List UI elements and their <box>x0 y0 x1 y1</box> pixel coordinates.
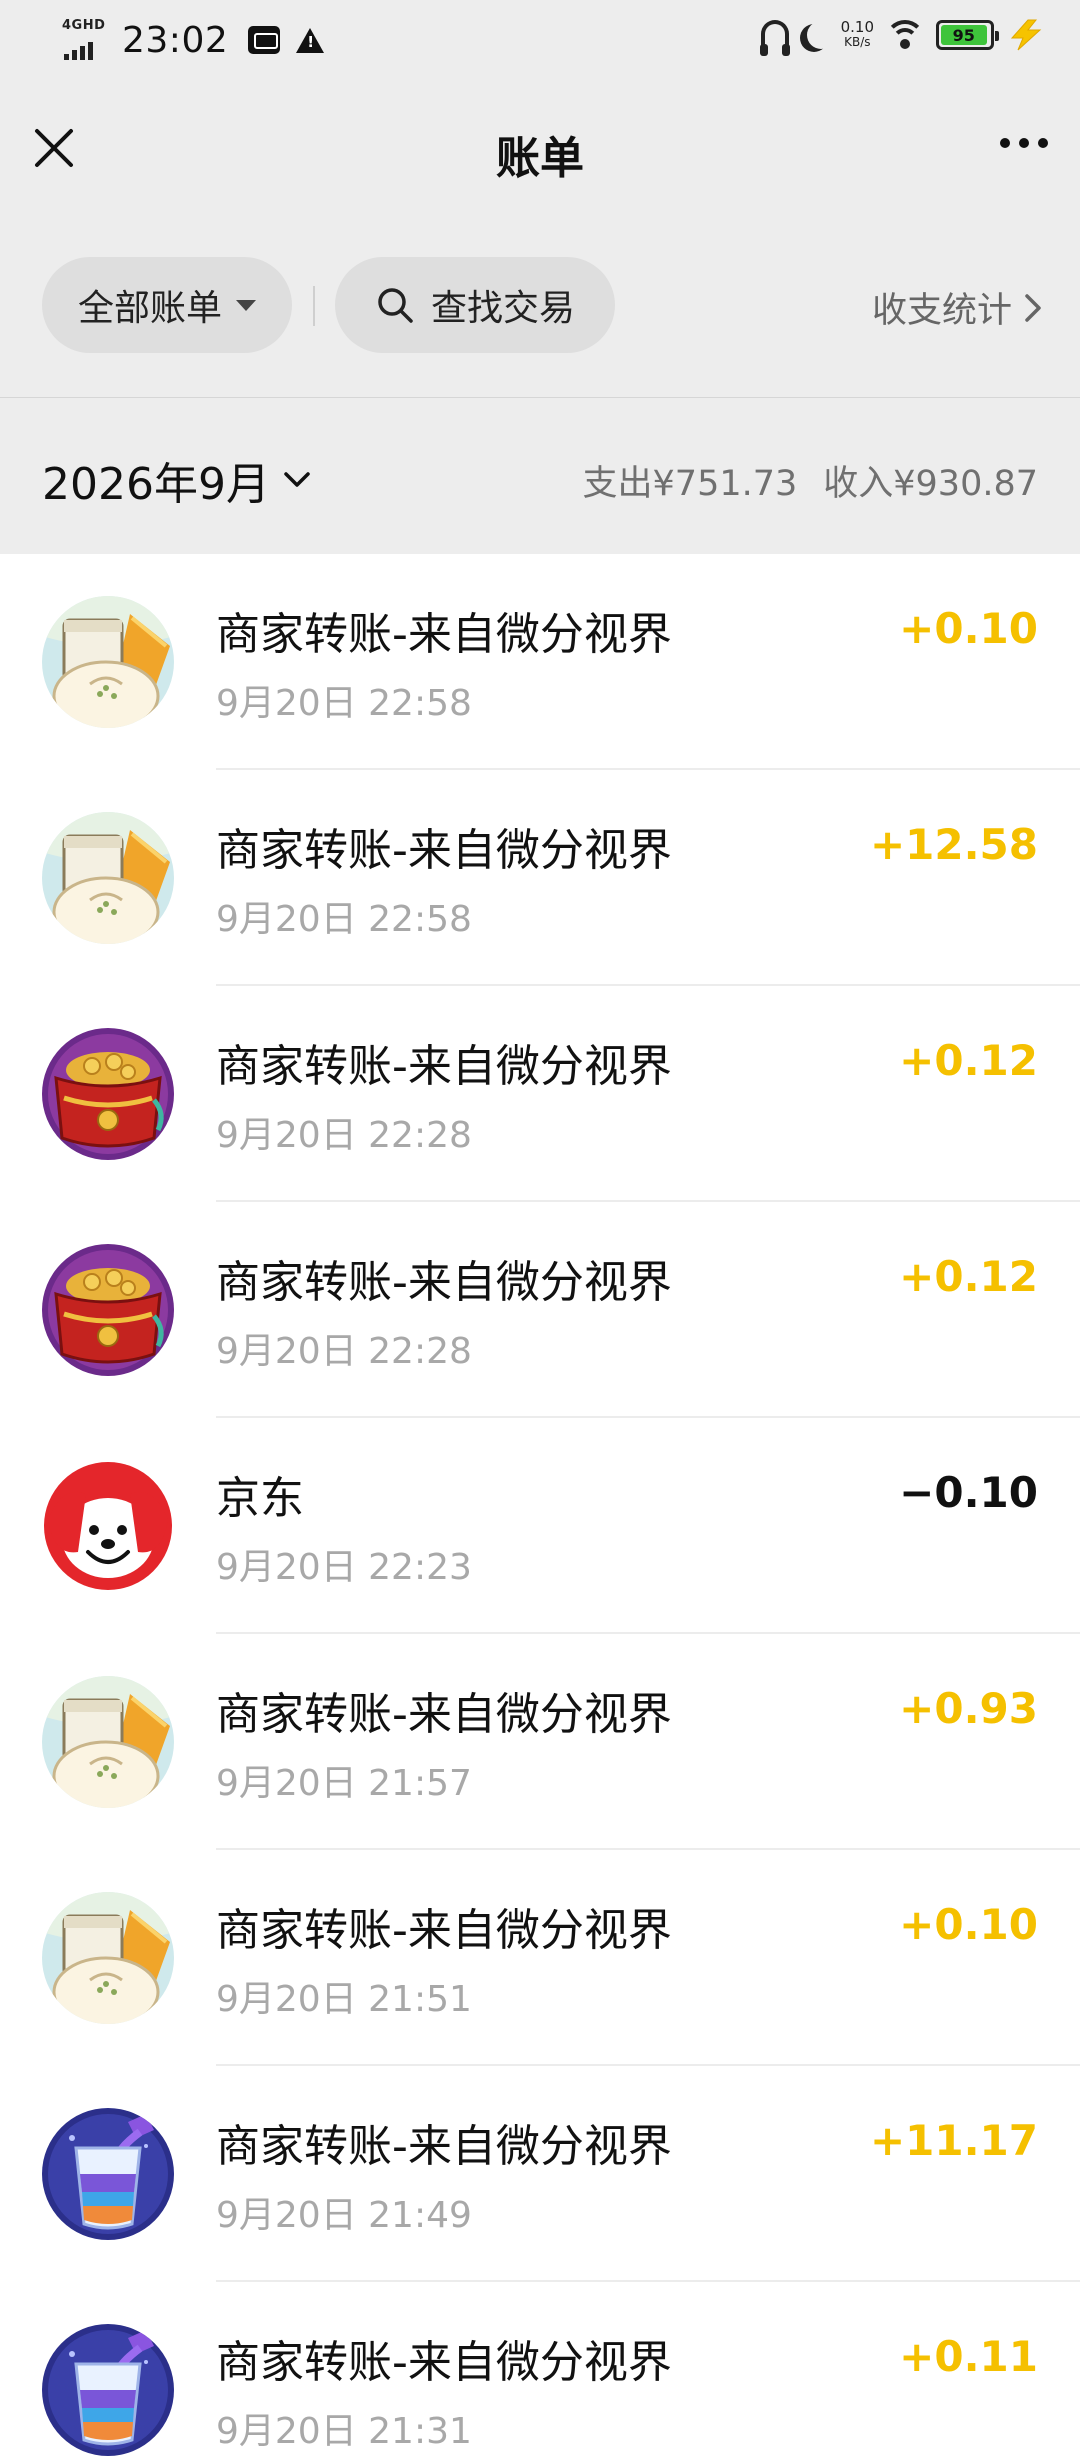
transaction-item[interactable]: 商家转账-来自微分视界 9月20日 22:28 +0.12 <box>0 1202 1080 1418</box>
transaction-amount: −0.10 <box>899 1468 1038 1517</box>
status-left: 4GHD 23:02 <box>62 18 325 62</box>
wifi-icon <box>886 20 924 50</box>
cellular-signal-icon: 4GHD <box>62 18 114 62</box>
bun-avatar <box>42 812 174 944</box>
chevron-down-icon <box>280 463 314 497</box>
income-expense-stats-link[interactable]: 收支统计 <box>872 282 1046 333</box>
nav-bar: 账单 <box>0 82 1080 218</box>
transaction-title: 商家转账-来自微分视界 <box>216 1041 672 1092</box>
transaction-item[interactable]: 商家转账-来自微分视界 9月20日 21:49 +11.17 <box>0 2066 1080 2282</box>
transaction-amount: +0.12 <box>899 1252 1038 1301</box>
transaction-item[interactable]: 京东 9月20日 22:23 −0.10 <box>0 1418 1080 1634</box>
transaction-time: 9月20日 22:28 <box>216 1331 472 1372</box>
transaction-time: 9月20日 21:51 <box>216 1979 472 2020</box>
status-right: 0.10 KB/s 95 <box>749 18 1046 56</box>
transaction-time: 9月20日 21:31 <box>216 2411 472 2452</box>
transaction-amount: +0.12 <box>899 1036 1038 1085</box>
transaction-title: 商家转账-来自微分视界 <box>216 609 672 660</box>
transaction-amount: +0.10 <box>899 604 1038 653</box>
status-time: 23:02 <box>122 19 229 61</box>
status-bar: 4GHD 23:02 0.10 KB/s 95 <box>0 0 1080 82</box>
treasure-avatar <box>42 1028 174 1160</box>
app-notification-icon <box>248 26 281 54</box>
transaction-item[interactable]: 商家转账-来自微分视界 9月20日 22:28 +0.12 <box>0 986 1080 1202</box>
transaction-item[interactable]: 商家转账-来自微分视界 9月20日 21:51 +0.10 <box>0 1850 1080 2066</box>
transaction-title: 商家转账-来自微分视界 <box>216 1905 672 1956</box>
battery-icon: 95 <box>936 20 999 50</box>
transaction-amount: +0.93 <box>899 1684 1038 1733</box>
drink-avatar <box>42 2108 174 2240</box>
warning-icon <box>296 27 325 53</box>
transaction-title: 京东 <box>216 1473 304 1524</box>
chevron-right-icon <box>1020 290 1046 326</box>
filter-divider <box>313 286 315 326</box>
network-type: 4GHD <box>62 18 106 33</box>
transaction-title: 商家转账-来自微分视界 <box>216 2337 672 2388</box>
month-label: 2026年9月 <box>42 459 270 510</box>
bun-avatar <box>42 1892 174 2024</box>
all-bills-filter-button[interactable]: 全部账单 <box>42 257 292 353</box>
bun-avatar <box>42 1676 174 1808</box>
transaction-time: 9月20日 22:58 <box>216 683 472 724</box>
transaction-item[interactable]: 商家转账-来自微分视界 9月20日 22:58 +12.58 <box>0 770 1080 986</box>
page-title: 账单 <box>496 133 584 184</box>
transaction-amount: +0.11 <box>899 2332 1038 2381</box>
drink-avatar <box>42 2324 174 2456</box>
stats-label: 收支统计 <box>871 291 1012 331</box>
headset-icon <box>759 20 790 56</box>
transaction-amount: +12.58 <box>869 820 1038 869</box>
transaction-item[interactable]: 商家转账-来自微分视界 9月20日 21:31 +0.11 <box>0 2282 1080 2460</box>
transaction-item[interactable]: 商家转账-来自微分视界 9月20日 22:58 +0.10 <box>0 554 1080 770</box>
month-selector[interactable]: 2026年9月 <box>42 448 314 512</box>
battery-level: 95 <box>941 25 987 45</box>
search-transactions-button[interactable]: 查找交易 <box>335 257 615 353</box>
transaction-amount: +0.10 <box>899 1900 1038 1949</box>
more-icon[interactable] <box>1000 138 1048 148</box>
charging-icon <box>1006 18 1046 52</box>
transaction-time: 9月20日 22:58 <box>216 899 472 940</box>
search-icon <box>375 285 415 325</box>
month-header: 2026年9月 支出¥751.73 收入¥930.87 <box>0 398 1080 554</box>
month-summary: 支出¥751.73 收入¥930.87 <box>583 455 1038 506</box>
transaction-time: 9月20日 21:49 <box>216 2195 472 2236</box>
jd-dog-avatar <box>42 1460 174 1592</box>
transaction-list: 商家转账-来自微分视界 9月20日 22:58 +0.10 商家转账-来自微分视… <box>0 554 1080 2460</box>
do-not-disturb-icon <box>807 21 835 49</box>
network-speed: 0.10 KB/s <box>841 20 874 50</box>
transaction-time: 9月20日 22:28 <box>216 1115 472 1156</box>
bun-avatar <box>42 596 174 728</box>
treasure-avatar <box>42 1244 174 1376</box>
transaction-amount: +11.17 <box>869 2116 1038 2165</box>
transaction-title: 商家转账-来自微分视界 <box>216 2121 672 2172</box>
transaction-time: 9月20日 21:57 <box>216 1763 472 1804</box>
caret-down-icon <box>236 299 256 311</box>
filter-bar: 全部账单 查找交易 收支统计 <box>0 218 1080 398</box>
all-bills-label: 全部账单 <box>77 288 222 329</box>
transaction-title: 商家转账-来自微分视界 <box>216 825 672 876</box>
transaction-item[interactable]: 商家转账-来自微分视界 9月20日 21:57 +0.93 <box>0 1634 1080 1850</box>
month-income-total: 收入¥930.87 <box>823 464 1038 504</box>
network-speed-value: 0.10 <box>840 18 874 36</box>
search-label: 查找交易 <box>430 288 575 329</box>
network-speed-unit: KB/s <box>844 35 871 49</box>
transaction-title: 商家转账-来自微分视界 <box>216 1689 672 1740</box>
transaction-time: 9月20日 22:23 <box>216 1547 472 1588</box>
month-expense-total: 支出¥751.73 <box>582 464 798 504</box>
transaction-title: 商家转账-来自微分视界 <box>216 1257 672 1308</box>
